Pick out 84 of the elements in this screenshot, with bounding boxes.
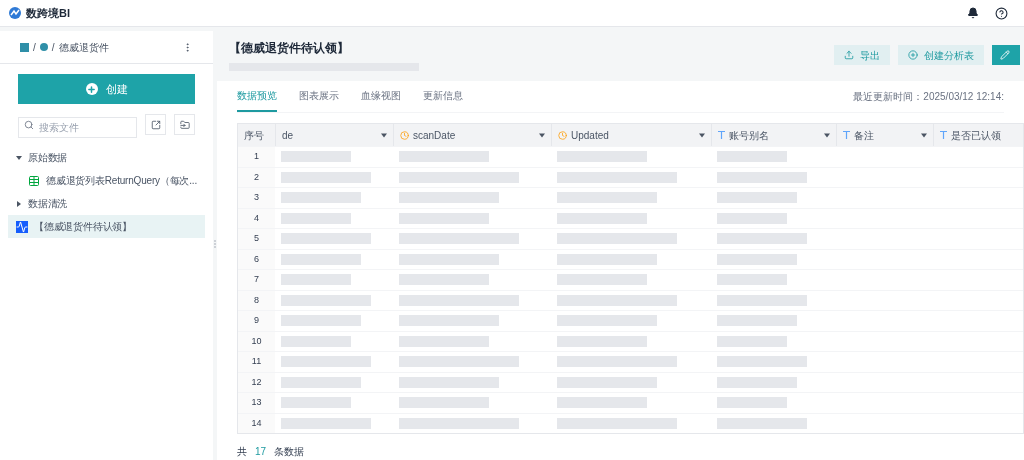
column-label: de (282, 128, 294, 143)
expand-caret-icon[interactable] (16, 154, 22, 161)
dropdown-caret-icon[interactable] (539, 132, 545, 138)
notification-bell-icon[interactable] (967, 7, 979, 19)
row-number-cell: 5 (238, 229, 275, 249)
column-header[interactable]: Updated (551, 124, 711, 146)
redacted-cell (717, 274, 787, 286)
last-updated-text: 最近更新时间：2025/03/12 12:14: (853, 90, 1004, 104)
redacted-cell (717, 397, 787, 409)
user-icon[interactable] (39, 43, 48, 51)
dropdown-caret-icon[interactable] (824, 132, 830, 138)
tree-item[interactable]: 【德威退货件待认领】 (8, 215, 205, 238)
help-icon[interactable] (995, 6, 1008, 20)
plus-circle-icon (908, 50, 918, 60)
row-number-cell: 4 (238, 208, 275, 228)
table-icon (28, 174, 40, 187)
row-number-cell: 9 (238, 311, 275, 331)
tree-item[interactable]: 德威退货列表ReturnQuery（每次... (20, 169, 205, 192)
column-header[interactable]: scanDate (393, 124, 551, 146)
clock-icon (558, 130, 567, 140)
text-type-icon (843, 131, 850, 139)
dropdown-caret-icon[interactable] (699, 132, 705, 138)
column-header: 序号 (243, 128, 265, 143)
redacted-cell (281, 397, 351, 409)
resize-handle-icon[interactable] (214, 239, 216, 248)
row-number-cell: 1 (238, 147, 275, 167)
redacted-cell (717, 151, 787, 163)
footer-label: 共 (237, 445, 247, 459)
tree-item[interactable]: 原始数据 (8, 146, 205, 169)
plus-icon (87, 84, 96, 94)
row-number-cell: 12 (238, 372, 275, 392)
row-number-cell: 11 (238, 352, 275, 372)
column-header[interactable]: de (275, 124, 393, 146)
column-header[interactable]: 账号别名 (711, 124, 836, 146)
column-header[interactable]: 是否已认领 (933, 124, 1023, 146)
home-icon[interactable] (20, 42, 29, 52)
logo-icon (8, 6, 22, 20)
column-label: scanDate (413, 128, 456, 143)
row-number-cell: 14 (238, 413, 275, 433)
chart-icon (16, 220, 28, 233)
tab[interactable]: 数据预览 (237, 81, 277, 112)
tab[interactable]: 图表展示 (299, 81, 339, 112)
dropdown-caret-icon[interactable] (381, 132, 387, 138)
column-header[interactable]: 备注 (836, 124, 933, 146)
redacted-cell (281, 212, 351, 224)
redacted-cell (717, 212, 787, 224)
pencil-icon (1000, 50, 1010, 60)
redacted-cell (281, 335, 351, 347)
clock-icon (400, 130, 409, 140)
import-folder-button[interactable] (174, 114, 195, 135)
row-number-cell: 8 (238, 290, 275, 310)
expand-caret-icon[interactable] (16, 200, 22, 207)
dropdown-caret-icon[interactable] (921, 132, 927, 138)
column-label: 账号别名 (729, 128, 769, 143)
redacted-cell (281, 274, 351, 286)
text-type-icon (940, 131, 947, 139)
row-number-cell: 2 (238, 167, 275, 187)
row-number-cell: 7 (238, 270, 275, 290)
folder-icon (179, 119, 190, 130)
breadcrumb-item[interactable]: 德威退货件 (58, 39, 109, 55)
row-count: 17 (255, 445, 267, 459)
breadcrumb-separator: / (51, 40, 55, 55)
redacted-cell (281, 151, 351, 163)
column-label: Updated (571, 128, 609, 143)
page-title: 【德威退货件待认领】 (229, 40, 350, 57)
export-icon (844, 50, 854, 60)
footer-label: 条数据 (274, 445, 305, 459)
column-label: 备注 (854, 128, 874, 143)
breadcrumb-separator: / (33, 40, 36, 55)
search-field[interactable]: 搜索文件 (18, 117, 137, 138)
open-file-icon (150, 119, 161, 130)
tab[interactable]: 更新信息 (423, 81, 463, 112)
row-number-cell: 3 (238, 188, 275, 208)
tab[interactable]: 血缘视图 (361, 81, 401, 112)
search-icon (24, 119, 34, 130)
text-type-icon (718, 131, 725, 139)
open-file-button[interactable] (145, 114, 166, 135)
row-number-cell: 10 (238, 331, 275, 351)
tree-item[interactable]: 数据清洗 (8, 192, 205, 215)
row-number-cell: 6 (238, 249, 275, 269)
redacted-cell (717, 335, 787, 347)
column-label: 是否已认领 (951, 128, 1001, 143)
row-number-cell: 13 (238, 393, 275, 413)
logo-text: 数跨境BI (26, 5, 70, 21)
